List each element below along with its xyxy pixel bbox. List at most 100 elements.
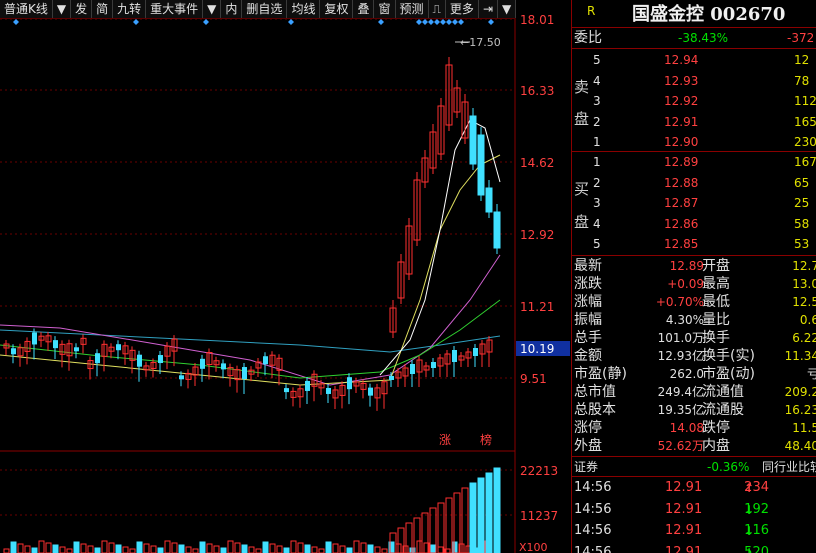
volume-bar [325,541,332,553]
ask-volume: 112 [794,94,816,108]
volume-bar [185,546,192,553]
ask-level: 3 [593,94,601,108]
event-marker [428,19,434,25]
toolbar-item[interactable]: ▼ [53,0,72,18]
bid-price: 12.89 [664,155,699,169]
volume-bar [290,540,297,553]
toolbar-item[interactable]: 普通K线 [0,0,53,18]
candle-body [11,348,16,355]
volume-bar [374,546,381,553]
stat-label-2: 流通值 [702,384,744,400]
stat-row: 金额 12.93亿 换手(实) 11.34 [572,347,816,365]
volume-bar [192,548,199,553]
sector-compare-link[interactable]: 同行业比较 [762,458,816,476]
toolbar-item[interactable]: 更多 [446,0,479,18]
ask-level: 5 [593,53,601,67]
stat-label-2: 市盈(动) [702,366,755,382]
stat-value: 262.0 [669,367,704,381]
weibi-label: 委比 [574,30,602,46]
volume-bar [304,544,311,553]
candle-body [410,364,415,374]
volume-bar [493,467,501,553]
toolbar-item[interactable]: 均线 [287,0,321,18]
volume-bar [129,548,136,553]
toolbar-item[interactable]: 窗 [374,0,396,18]
toolbar-item[interactable]: 九转 [113,0,147,18]
stat-value-2: 亏 [807,365,816,383]
volume-bar [73,541,80,553]
toolbar-item[interactable]: ▼ [203,0,222,18]
volume-bar [122,546,129,553]
stat-value-2: 0.6 [799,313,816,327]
event-marker [203,19,209,25]
toolbar-item[interactable]: 复权 [320,0,354,18]
event-marker [288,19,294,25]
stat-label: 外盘 [574,438,602,454]
toolbar-item[interactable]: 简 [92,0,114,18]
volume-unit: X100 [519,541,548,553]
event-marker [133,19,139,25]
kline-chart[interactable]: 18.01 16.33 14.62 12.92 11.21 9.51 22213 11237 X… [0,0,570,553]
bid-row[interactable]: 5 12.85 53 [572,235,816,253]
toolbar-item[interactable]: 重大事件 [146,0,204,18]
volume-bar [485,472,493,553]
volume-bar [262,541,269,553]
price-label: 18.01 [520,13,554,27]
ask-row[interactable]: 1 12.90 230 [572,133,816,151]
stat-value: +0.09 [667,277,704,291]
stat-row: 涨停 14.08跌停 11.5 [572,419,816,437]
toolbar-item[interactable]: ▼ [498,0,517,18]
ask-row[interactable]: 2 12.91 165 [572,113,816,131]
volume-bar [108,542,115,553]
stat-row: 总股本 19.35亿 流通股 16.23 [572,401,816,419]
buy-label-1: 买 [574,180,590,198]
event-marker [488,19,494,25]
ask-row[interactable]: 5 12.94 12 [572,51,816,69]
candle-body [477,134,485,196]
candle-body [389,376,394,380]
stat-label-2: 换手(实) [702,348,755,364]
stat-value-2: 11.5 [792,421,816,435]
toolbar-item[interactable]: 预测 [396,0,429,18]
candle-body [284,388,289,393]
ask-level: 2 [593,114,601,129]
volume-bar [248,546,255,553]
toolbar-item[interactable]: 叠 [353,0,375,18]
bid-row[interactable]: 3 12.87 25 [572,194,816,212]
candle-body [431,362,436,368]
sector-label[interactable]: 证券 [574,458,598,476]
stat-row: 最新 12.89开盘 12.7 [572,257,816,275]
toolbar-item[interactable]: 删自选 [242,0,288,18]
stat-value-2: 48.40 [784,439,816,453]
tick-direction: ↓ [744,502,755,517]
bid-volume: 53 [794,237,810,251]
ask-row[interactable]: 4 12.93 78 [572,72,816,90]
volume-bar [10,541,17,553]
tick-row: 14:56 12.91 520 ↓ [572,544,816,553]
bid-row[interactable]: 4 12.86 58 [572,215,816,233]
volume-bar [59,546,66,553]
toolbar-item[interactable]: ⎍ [429,0,446,18]
volume-bar [255,548,262,553]
bid-row[interactable]: 1 12.89 167 [572,153,816,171]
tick-row: 14:56 12.91 116 ↓ [572,522,816,540]
stat-label: 市盈(静) [574,366,627,382]
stat-label-2: 最低 [702,294,730,310]
toolbar-item[interactable]: 发 [71,0,93,18]
candle-body [158,355,163,364]
candle-body [116,344,121,351]
ask-row[interactable]: 3 12.92 112 [572,92,816,110]
ask-price: 12.93 [664,73,699,88]
volume-bar [353,540,360,553]
stat-label-2: 开盘 [702,258,730,274]
volume-bar [367,544,374,553]
volume-bar [437,502,445,553]
toolbar-item[interactable]: 内 [221,0,243,18]
price-label: 12.92 [520,228,554,242]
toolbar-item[interactable]: ⇥ [479,0,498,18]
bid-row[interactable]: 2 12.88 65 [572,174,816,192]
stat-label: 总股本 [574,402,616,418]
stat-value-2: 11.34 [784,349,816,363]
sector-row[interactable]: 证券 -0.36% 同行业比较 [572,458,816,476]
stat-label-2: 内盘 [702,438,730,454]
